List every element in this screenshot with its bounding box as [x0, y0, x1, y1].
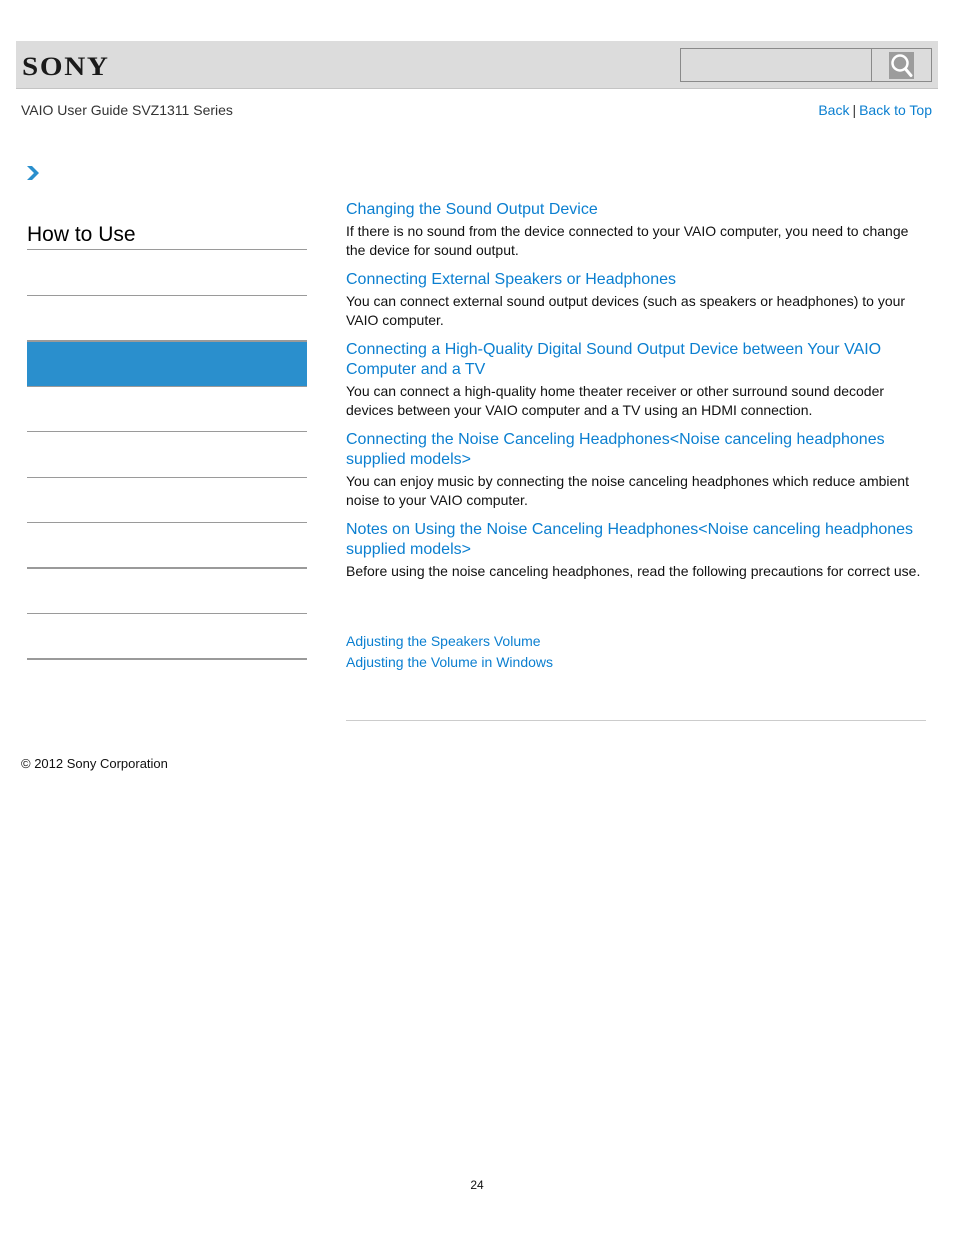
copyright: © 2012 Sony Corporation	[21, 756, 168, 771]
topic-link[interactable]: Changing the Sound Output Device	[346, 200, 926, 220]
content-area: Changing the Sound Output Device If ther…	[346, 200, 926, 673]
top-navigation: Back | Back to Top	[818, 102, 932, 118]
header-bar: SONY	[16, 41, 938, 89]
related-link[interactable]: Adjusting the Speakers Volume	[346, 631, 926, 652]
sidebar-item-9[interactable]	[27, 614, 307, 660]
sidebar-item-3-active[interactable]	[27, 341, 307, 387]
topic-item: Changing the Sound Output Device If ther…	[346, 200, 926, 259]
chevron-right-icon[interactable]	[26, 165, 40, 181]
search-button[interactable]	[871, 48, 932, 82]
sidebar-item-8[interactable]	[27, 569, 307, 614]
topic-item: Connecting External Speakers or Headphon…	[346, 270, 926, 329]
sony-logo: SONY	[22, 52, 110, 81]
topic-description: If there is no sound from the device con…	[346, 223, 909, 258]
topic-link[interactable]: Connecting the Noise Canceling Headphone…	[346, 430, 926, 470]
sidebar-item-5[interactable]	[27, 432, 307, 478]
topic-description: You can connect a high-quality home thea…	[346, 383, 885, 418]
back-link[interactable]: Back	[818, 102, 849, 118]
sidebar-heading: How to Use	[27, 212, 307, 250]
related-link[interactable]: Adjusting the Volume in Windows	[346, 652, 926, 673]
sidebar-item-4[interactable]	[27, 387, 307, 432]
nav-separator: |	[852, 102, 857, 118]
topic-description: You can connect external sound output de…	[346, 293, 906, 328]
search-input[interactable]	[680, 48, 872, 82]
topic-item: Notes on Using the Noise Canceling Headp…	[346, 520, 926, 581]
topic-description: Before using the noise canceling headpho…	[346, 563, 921, 579]
topic-link[interactable]: Connecting External Speakers or Headphon…	[346, 270, 926, 290]
sidebar-item-7[interactable]	[27, 523, 307, 569]
topic-item: Connecting the Noise Canceling Headphone…	[346, 430, 926, 509]
topic-link[interactable]: Connecting a High-Quality Digital Sound …	[346, 340, 926, 380]
sidebar-item-1[interactable]	[27, 250, 307, 296]
related-links: Adjusting the Speakers Volume Adjusting …	[346, 631, 926, 673]
back-to-top-link[interactable]: Back to Top	[859, 102, 932, 118]
guide-title: VAIO User Guide SVZ1311 Series	[21, 102, 233, 118]
content-divider	[346, 720, 926, 721]
sidebar: How to Use	[27, 212, 307, 660]
page-number: 24	[470, 1178, 484, 1192]
sidebar-item-6[interactable]	[27, 478, 307, 523]
topic-item: Connecting a High-Quality Digital Sound …	[346, 340, 926, 419]
topic-description: You can enjoy music by connecting the no…	[346, 473, 909, 508]
search-icon	[889, 52, 914, 79]
topic-link[interactable]: Notes on Using the Noise Canceling Headp…	[346, 520, 926, 560]
sidebar-item-2[interactable]	[27, 296, 307, 341]
